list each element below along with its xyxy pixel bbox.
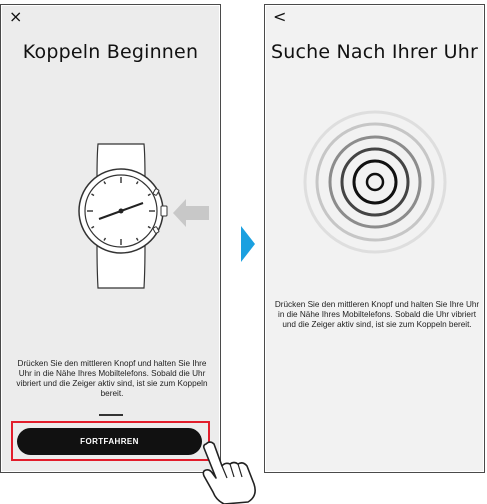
instruction-text: Drücken Sie den mittleren Knopf und halt… bbox=[274, 300, 480, 329]
left-phone-screen: × Koppeln Beginnen Drücken Sie den mittl… bbox=[0, 4, 221, 473]
instruction-text: Drücken Sie den mittleren Knopf und halt… bbox=[16, 359, 208, 398]
back-icon[interactable]: < bbox=[273, 9, 286, 25]
signal-rings-icon bbox=[303, 110, 447, 254]
arrow-left-icon bbox=[173, 199, 209, 227]
page-title: Suche Nach Ihrer Uhr bbox=[270, 41, 479, 63]
hand-pointer-icon bbox=[202, 441, 256, 504]
watch-illustration bbox=[78, 143, 168, 289]
step-arrow-icon bbox=[241, 226, 255, 262]
divider-handle bbox=[99, 414, 123, 416]
right-phone-screen: < Suche Nach Ihrer Uhr Drücken Sie den m… bbox=[264, 4, 485, 473]
continue-button[interactable]: FORTFAHREN bbox=[17, 428, 202, 455]
